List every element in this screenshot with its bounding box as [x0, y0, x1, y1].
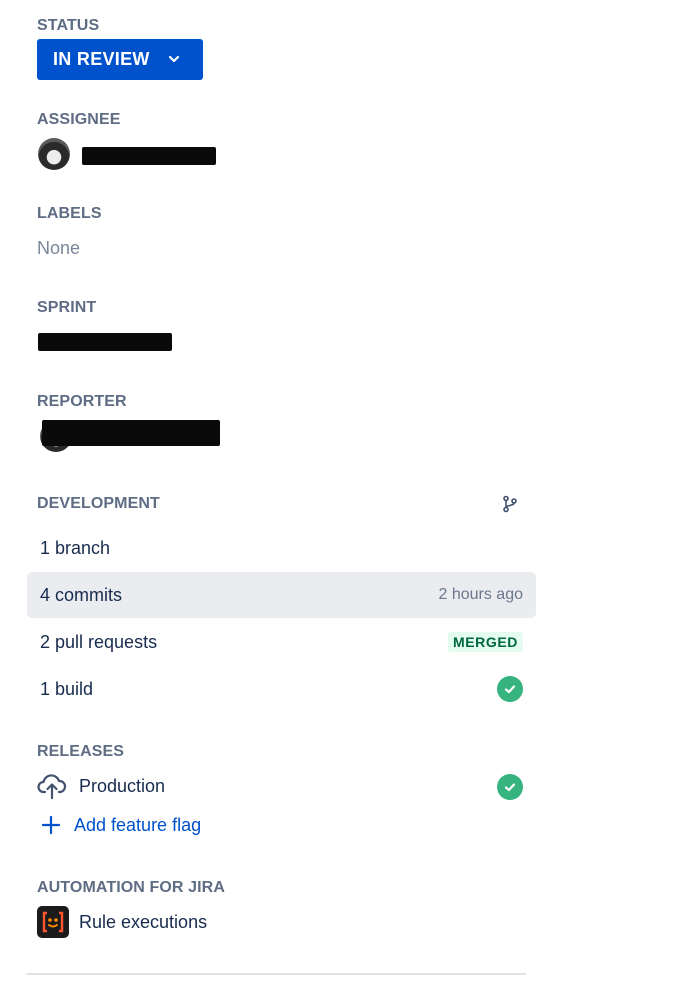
development-section-label: DEVELOPMENT — [37, 495, 160, 512]
rule-executions-link[interactable]: Rule executions — [79, 912, 207, 933]
labels-value[interactable]: None — [37, 238, 80, 259]
dev-row-build[interactable]: 1 build — [27, 666, 536, 712]
cloud-upload-icon — [37, 774, 67, 800]
dev-row-label: 2 pull requests — [40, 631, 158, 652]
build-success-icon — [497, 676, 523, 702]
reporter-name-redacted[interactable] — [42, 420, 220, 446]
dev-row-label: 4 commits — [40, 584, 123, 605]
status-section-label: STATUS — [37, 17, 100, 34]
sprint-section-label: SPRINT — [37, 299, 97, 316]
release-production-label[interactable]: Production — [79, 776, 165, 797]
merged-badge: MERGED — [447, 632, 523, 652]
status-dropdown-button[interactable]: IN REVIEW — [37, 39, 203, 80]
sprint-value-redacted[interactable] — [38, 333, 172, 351]
chevron-down-icon — [168, 55, 180, 63]
commits-timestamp: 2 hours ago — [438, 586, 523, 603]
dev-row-label: 1 build — [40, 678, 94, 699]
dev-row-label: 1 branch — [40, 537, 111, 558]
branch-icon[interactable] — [501, 495, 519, 513]
automation-icon — [37, 906, 69, 938]
dev-row-pull-requests[interactable]: 2 pull requests MERGED — [27, 619, 536, 665]
labels-section-label: LABELS — [37, 205, 102, 222]
assignee-section-label: ASSIGNEE — [37, 111, 121, 128]
dev-row-branch[interactable]: 1 branch — [27, 525, 536, 571]
releases-section-label: RELEASES — [37, 743, 125, 760]
status-value: IN REVIEW — [53, 49, 150, 69]
add-feature-flag-button[interactable]: Add feature flag — [40, 814, 201, 836]
add-feature-flag-label: Add feature flag — [74, 814, 202, 835]
assignee-avatar[interactable] — [38, 138, 70, 170]
bottom-divider — [27, 973, 526, 975]
release-success-icon — [497, 774, 523, 800]
automation-section-label: AUTOMATION FOR JIRA — [37, 879, 225, 896]
dev-row-commits[interactable]: 4 commits 2 hours ago — [27, 572, 536, 618]
reporter-section-label: REPORTER — [37, 393, 127, 410]
assignee-name-redacted[interactable] — [82, 147, 216, 165]
plus-icon — [41, 815, 61, 835]
